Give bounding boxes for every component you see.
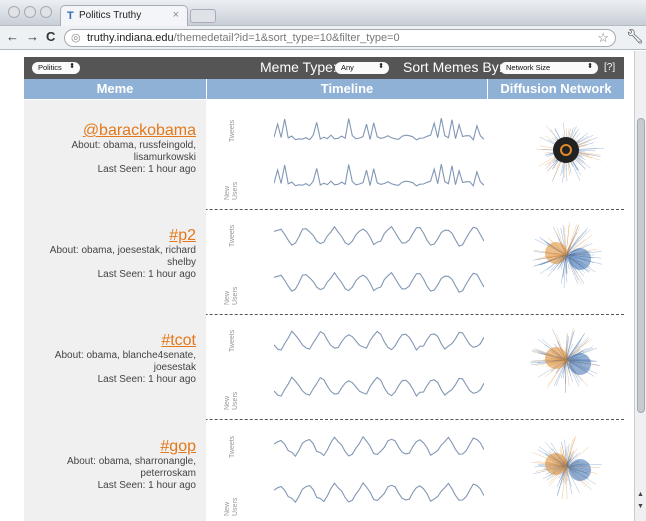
new-users-sparkline[interactable] bbox=[274, 160, 484, 194]
scroll-up-icon[interactable]: ▲ bbox=[637, 491, 644, 498]
meme-link[interactable]: #tcot bbox=[24, 332, 196, 350]
new-users-axis-label: New Users bbox=[224, 497, 239, 516]
chevron-updown-icon: ⬍ bbox=[69, 63, 75, 70]
table-row: #gop About: obama, sharronangle, peterros… bbox=[24, 416, 624, 521]
meme-cell: #tcot About: obama, blanche4senate, joese… bbox=[24, 310, 206, 419]
forward-icon[interactable]: → bbox=[26, 29, 39, 44]
new-tab-button[interactable] bbox=[190, 9, 216, 23]
reload-icon[interactable]: C bbox=[46, 29, 55, 44]
controls-bar: Politics ⬍ Meme Type: Any ⬍ Sort Memes By:… bbox=[24, 57, 624, 79]
header-diffusion-network: Diffusion Network bbox=[500, 81, 612, 96]
new-users-sparkline[interactable] bbox=[274, 476, 484, 510]
bookmark-star-icon[interactable]: ☆ bbox=[597, 30, 609, 46]
back-icon[interactable]: ← bbox=[6, 29, 19, 44]
meme-about: About: obama, russfeingold, lisamurkowsk… bbox=[71, 140, 196, 163]
minimize-window-button[interactable] bbox=[24, 6, 36, 18]
page-info-icon: ◎ bbox=[71, 32, 81, 44]
header-meme: Meme bbox=[96, 81, 134, 96]
scroll-down-icon[interactable]: ▼ bbox=[637, 503, 644, 510]
url-path: /themedetail?id=1&sort_type=10&filter_ty… bbox=[173, 32, 400, 44]
favicon-icon: T bbox=[67, 10, 74, 22]
meme-link[interactable]: #p2 bbox=[24, 227, 196, 245]
wrench-menu-icon[interactable]: 🔧︎ bbox=[626, 28, 644, 45]
tweets-axis-label: Tweets bbox=[229, 435, 236, 458]
sort-select[interactable]: Network Size ⬍ bbox=[500, 62, 598, 74]
meme-about: About: obama, blanche4senate, joesestak bbox=[54, 350, 196, 373]
diffusion-network-image[interactable] bbox=[511, 314, 621, 414]
sort-label: Sort Memes By: bbox=[403, 59, 503, 75]
meme-type-value: Any bbox=[341, 63, 354, 72]
meme-link[interactable]: #gop bbox=[24, 438, 196, 456]
new-users-axis-label: New Users bbox=[224, 181, 239, 200]
meme-about: About: obama, sharronangle, peterroskam bbox=[67, 456, 196, 479]
scrollbar-thumb[interactable] bbox=[637, 118, 645, 413]
new-users-axis-label: New Users bbox=[224, 391, 239, 410]
zoom-window-button[interactable] bbox=[40, 6, 52, 18]
address-bar[interactable]: ◎ truthy.indiana.edu/themedetail?id=1&so… bbox=[64, 29, 616, 47]
vertical-scrollbar[interactable]: ▲ ▼ bbox=[634, 51, 646, 521]
diffusion-network-image[interactable] bbox=[511, 420, 621, 520]
meme-last-seen: Last Seen: 1 hour ago bbox=[97, 374, 196, 385]
tweets-axis-label: Tweets bbox=[229, 329, 236, 352]
category-value: Politics bbox=[38, 63, 62, 72]
chevron-updown-icon: ⬍ bbox=[587, 63, 593, 70]
new-users-axis-label: New Users bbox=[224, 286, 239, 305]
header-timeline: Timeline bbox=[320, 81, 374, 96]
tweets-sparkline[interactable] bbox=[274, 114, 484, 148]
url-domain: truthy.indiana.edu bbox=[87, 32, 174, 44]
new-users-sparkline[interactable] bbox=[274, 370, 484, 404]
table-row: @barackobama About: obama, russfeingold, … bbox=[24, 100, 624, 210]
sort-value: Network Size bbox=[506, 63, 551, 72]
meme-last-seen: Last Seen: 1 hour ago bbox=[97, 269, 196, 280]
meme-cell: @barackobama About: obama, russfeingold, … bbox=[24, 100, 206, 209]
table-row: #tcot About: obama, blanche4senate, joese… bbox=[24, 310, 624, 420]
tweets-sparkline[interactable] bbox=[274, 324, 484, 358]
meme-type-label: Meme Type: bbox=[260, 59, 337, 75]
meme-link[interactable]: @barackobama bbox=[24, 122, 196, 140]
tweets-axis-label: Tweets bbox=[229, 224, 236, 247]
page-content: Politics ⬍ Meme Type: Any ⬍ Sort Memes By:… bbox=[0, 51, 634, 521]
help-link[interactable]: [?] bbox=[604, 62, 615, 73]
tweets-sparkline[interactable] bbox=[274, 219, 484, 253]
new-users-sparkline[interactable] bbox=[274, 265, 484, 299]
title-bar: T Politics Truthy × bbox=[0, 0, 646, 26]
chevron-updown-icon: ⬍ bbox=[378, 63, 384, 70]
tweets-sparkline[interactable] bbox=[274, 430, 484, 464]
navigation-bar: ← → C ◎ truthy.indiana.edu/themedetail?i… bbox=[0, 26, 646, 50]
diffusion-network-image[interactable] bbox=[511, 209, 621, 309]
close-window-button[interactable] bbox=[8, 6, 20, 18]
browser-window: T Politics Truthy × ← → C ◎ truthy.india… bbox=[0, 0, 646, 521]
meme-cell: #p2 About: obama, joesestak, richard shel… bbox=[24, 205, 206, 314]
meme-cell: #gop About: obama, sharronangle, peterros… bbox=[24, 416, 206, 521]
diffusion-network-image[interactable] bbox=[511, 104, 621, 204]
tab-title: Politics Truthy bbox=[79, 10, 142, 21]
meme-about: About: obama, joesestak, richard shelby bbox=[49, 245, 196, 268]
table-row: #p2 About: obama, joesestak, richard shel… bbox=[24, 205, 624, 315]
table-header: Meme Timeline Diffusion Network bbox=[24, 79, 624, 99]
meme-last-seen: Last Seen: 1 hour ago bbox=[97, 164, 196, 175]
close-tab-icon[interactable]: × bbox=[173, 9, 179, 21]
meme-last-seen: Last Seen: 1 hour ago bbox=[97, 480, 196, 491]
category-select[interactable]: Politics ⬍ bbox=[32, 62, 80, 74]
meme-type-select[interactable]: Any ⬍ bbox=[335, 62, 389, 74]
browser-tab[interactable]: T Politics Truthy × bbox=[60, 5, 188, 26]
tweets-axis-label: Tweets bbox=[229, 119, 236, 142]
